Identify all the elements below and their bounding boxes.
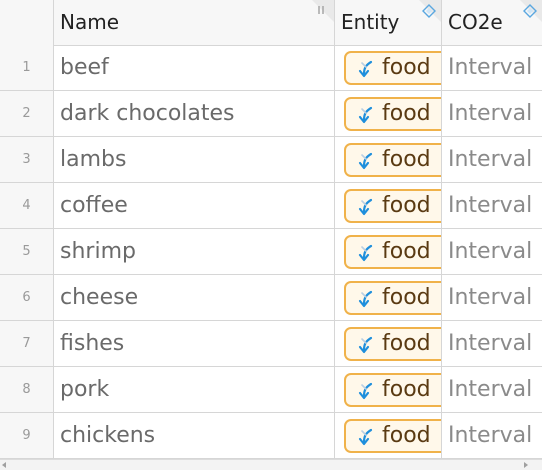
entity-chip-label: food	[382, 285, 431, 310]
table-row[interactable]: 3 lambs food Interval	[0, 137, 542, 183]
row-number: 9	[0, 413, 54, 458]
column-header-label: Name	[60, 10, 120, 34]
entity-chip[interactable]: food	[344, 281, 441, 315]
name-cell[interactable]: dark chocolates	[54, 91, 335, 136]
entity-chip[interactable]: food	[344, 143, 441, 177]
co2e-cell[interactable]: Interval	[442, 321, 542, 366]
entity-cell[interactable]: food	[335, 91, 442, 136]
entity-chip[interactable]: food	[344, 97, 441, 131]
name-cell[interactable]: coffee	[54, 183, 335, 228]
entity-cell[interactable]: food	[335, 321, 442, 366]
name-cell[interactable]: lambs	[54, 137, 335, 182]
co2e-cell[interactable]: Interval	[442, 229, 542, 274]
name-cell[interactable]: pork	[54, 367, 335, 412]
entity-chip-label: food	[382, 101, 431, 126]
entity-arrow-icon	[358, 60, 373, 78]
entity-arrow-icon	[358, 336, 373, 354]
name-cell[interactable]: shrimp	[54, 229, 335, 274]
entity-chip-label: food	[382, 147, 431, 172]
row-number: 4	[0, 183, 54, 228]
co2e-cell[interactable]: Interval	[442, 137, 542, 182]
scroll-right-icon[interactable]	[524, 462, 528, 468]
row-number: 7	[0, 321, 54, 366]
column-header-co2e[interactable]: CO2e	[442, 0, 542, 45]
co2e-cell[interactable]: Interval	[442, 367, 542, 412]
column-header-entity[interactable]: Entity	[335, 0, 442, 45]
table-row[interactable]: 7 fishes food Interval	[0, 321, 542, 367]
entity-cell[interactable]: food	[335, 275, 442, 320]
row-number: 3	[0, 137, 54, 182]
column-header-name[interactable]: Name	[54, 0, 335, 45]
drag-handle-icon[interactable]	[314, 3, 330, 19]
co2e-cell[interactable]: Interval	[442, 183, 542, 228]
entity-chip-label: food	[382, 55, 431, 80]
name-cell[interactable]: fishes	[54, 321, 335, 366]
co2e-cell[interactable]: Interval	[442, 45, 542, 90]
entity-arrow-icon	[358, 382, 373, 400]
column-type-icon[interactable]	[421, 3, 437, 19]
header-row: Name Entity CO2e	[0, 0, 542, 46]
entity-chip-label: food	[382, 193, 431, 218]
entity-chip[interactable]: food	[344, 327, 441, 361]
entity-chip[interactable]: food	[344, 235, 441, 269]
name-cell[interactable]: beef	[54, 45, 335, 90]
row-number: 1	[0, 45, 54, 90]
entity-arrow-icon	[358, 198, 373, 216]
entity-chip[interactable]: food	[344, 373, 441, 407]
row-index-header	[0, 0, 54, 45]
name-cell[interactable]: chickens	[54, 413, 335, 458]
entity-arrow-icon	[358, 244, 373, 262]
name-cell[interactable]: cheese	[54, 275, 335, 320]
horizontal-scrollbar[interactable]	[0, 459, 542, 470]
row-number: 8	[0, 367, 54, 412]
co2e-cell[interactable]: Interval	[442, 91, 542, 136]
column-header-label: CO2e	[448, 10, 503, 34]
entity-arrow-icon	[358, 106, 373, 124]
scroll-left-icon[interactable]	[2, 462, 6, 468]
entity-chip-label: food	[382, 377, 431, 402]
entity-cell[interactable]: food	[335, 137, 442, 182]
row-number: 6	[0, 275, 54, 320]
co2e-cell[interactable]: Interval	[442, 275, 542, 320]
entity-chip-label: food	[382, 423, 431, 448]
data-grid: Name Entity CO2e 1 beef food Interval 2 dar	[0, 0, 542, 470]
column-type-icon[interactable]	[522, 3, 538, 19]
entity-arrow-icon	[358, 290, 373, 308]
row-number: 5	[0, 229, 54, 274]
entity-cell[interactable]: food	[335, 413, 442, 458]
entity-arrow-icon	[358, 152, 373, 170]
table-row[interactable]: 6 cheese food Interval	[0, 275, 542, 321]
co2e-cell[interactable]: Interval	[442, 413, 542, 458]
entity-chip[interactable]: food	[344, 51, 441, 85]
entity-arrow-icon	[358, 428, 373, 446]
entity-cell[interactable]: food	[335, 183, 442, 228]
table-row[interactable]: 9 chickens food Interval	[0, 413, 542, 459]
entity-cell[interactable]: food	[335, 229, 442, 274]
table-row[interactable]: 8 pork food Interval	[0, 367, 542, 413]
entity-chip[interactable]: food	[344, 419, 441, 453]
table-row[interactable]: 2 dark chocolates food Interval	[0, 91, 542, 137]
entity-cell[interactable]: food	[335, 367, 442, 412]
entity-chip-label: food	[382, 331, 431, 356]
column-header-label: Entity	[341, 10, 400, 34]
entity-chip-label: food	[382, 239, 431, 264]
table-row[interactable]: 4 coffee food Interval	[0, 183, 542, 229]
entity-cell[interactable]: food	[335, 45, 442, 90]
table-row[interactable]: 5 shrimp food Interval	[0, 229, 542, 275]
row-number: 2	[0, 91, 54, 136]
table-row[interactable]: 1 beef food Interval	[0, 45, 542, 91]
entity-chip[interactable]: food	[344, 189, 441, 223]
